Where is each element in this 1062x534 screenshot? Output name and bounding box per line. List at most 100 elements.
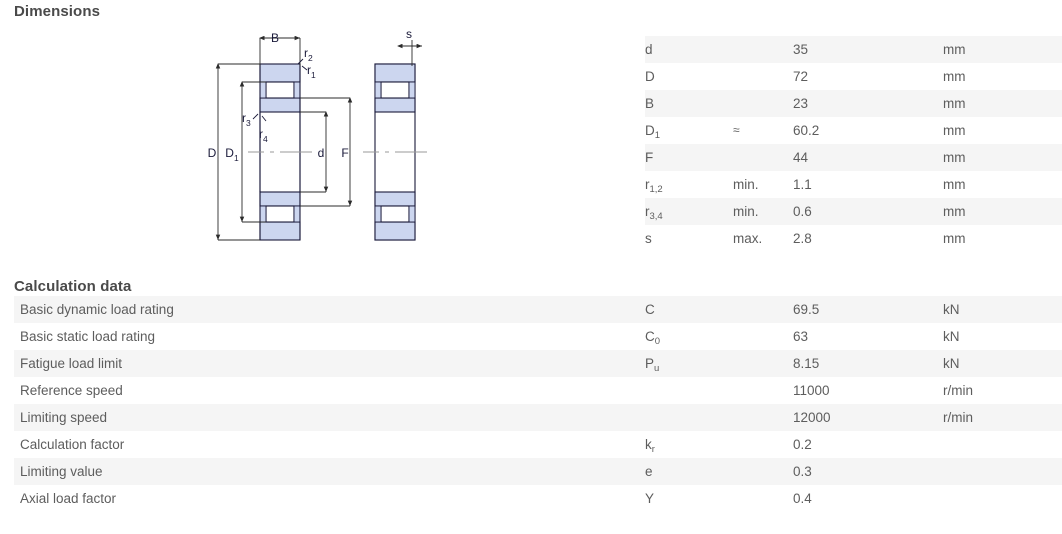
table-row: d 35 mm — [645, 36, 1062, 63]
row-label: Limiting speed — [20, 410, 108, 425]
row-qualifier: min. — [733, 204, 759, 219]
row-symbol: d — [645, 42, 653, 57]
figure-label-D: D — [208, 146, 217, 160]
row-unit — [943, 431, 1053, 458]
row-value: 8.15 — [793, 356, 820, 371]
row-value: 60.2 — [793, 123, 820, 138]
row-value: 1.1 — [793, 177, 812, 192]
row-value: 72 — [793, 69, 809, 84]
row-qualifier — [733, 63, 793, 90]
row-qualifier — [733, 323, 793, 350]
table-row: Calculation factor kr 0.2 — [14, 431, 1062, 458]
row-label: Basic dynamic load rating — [20, 302, 174, 317]
row-unit: mm — [943, 69, 966, 84]
table-row: Limiting speed 12000 r/min — [14, 404, 1062, 431]
row-value: 63 — [793, 329, 809, 344]
row-qualifier: ≈ — [733, 123, 740, 137]
row-unit: mm — [943, 231, 966, 246]
row-symbol — [645, 404, 725, 431]
row-symbol-subscript: 0 — [654, 336, 661, 347]
row-symbol-subscript: u — [654, 363, 660, 374]
row-qualifier — [733, 296, 793, 323]
row-qualifier: min. — [733, 177, 759, 192]
row-symbol: kr — [645, 437, 655, 455]
row-symbol: r1,2 — [645, 177, 663, 195]
row-label: Reference speed — [20, 383, 123, 398]
product-data-sheet: Dimensions B s D D1 d F r2 r1 r3 r4 d 35… — [0, 0, 1062, 534]
row-value: 69.5 — [793, 302, 820, 317]
table-row: Axial load factor Y 0.4 — [14, 485, 1062, 512]
row-value: 2.8 — [793, 231, 812, 246]
figure-label-r1: r1 — [307, 63, 316, 80]
row-qualifier — [733, 90, 793, 117]
figure-label-D1: D1 — [225, 146, 239, 163]
row-symbol: C0 — [645, 329, 661, 347]
row-unit: kN — [943, 302, 960, 317]
row-symbol: Pu — [645, 356, 660, 374]
row-unit: mm — [943, 177, 966, 192]
row-symbol: D1 — [645, 123, 661, 141]
row-unit: r/min — [943, 383, 973, 398]
row-unit: kN — [943, 356, 960, 371]
row-unit: mm — [943, 96, 966, 111]
row-symbol: D — [645, 69, 655, 84]
row-symbol: r3,4 — [645, 204, 663, 222]
row-symbol: Y — [645, 491, 655, 506]
row-qualifier — [733, 350, 793, 377]
table-row: r3,4 min. 0.6 mm — [645, 198, 1062, 225]
row-symbol: e — [645, 464, 653, 479]
row-qualifier: max. — [733, 231, 763, 246]
figure-label-s: s — [406, 27, 412, 41]
table-row: Reference speed 11000 r/min — [14, 377, 1062, 404]
row-unit: kN — [943, 329, 960, 344]
table-row: r1,2 min. 1.1 mm — [645, 171, 1062, 198]
figure-label-d: d — [318, 146, 325, 160]
row-label: Calculation factor — [20, 437, 125, 452]
row-unit — [943, 458, 1053, 485]
row-qualifier — [733, 377, 793, 404]
dimensions-section-heading: Dimensions — [14, 3, 101, 20]
row-label: Axial load factor — [20, 491, 117, 506]
figure-label-r3: r3 — [242, 111, 251, 128]
left-bearing-cross-section — [248, 63, 312, 241]
row-symbol: s — [645, 231, 652, 246]
table-row: D1 ≈60.2 mm — [645, 117, 1062, 144]
row-unit: mm — [943, 150, 966, 165]
row-qualifier — [733, 36, 793, 63]
row-symbol: C — [645, 302, 655, 317]
row-qualifier — [733, 404, 793, 431]
row-unit: mm — [943, 204, 966, 219]
table-row: B 23 mm — [645, 90, 1062, 117]
figure-label-r2: r2 — [304, 46, 313, 63]
row-unit: mm — [943, 42, 966, 57]
row-symbol: F — [645, 150, 654, 165]
row-value: 12000 — [793, 410, 831, 425]
row-value: 0.4 — [793, 491, 812, 506]
row-label: Basic static load rating — [20, 329, 156, 344]
row-value: 0.2 — [793, 437, 812, 452]
table-row: F 44 mm — [645, 144, 1062, 171]
bearing-dimension-drawing: B s D D1 d F r2 r1 r3 r4 — [190, 26, 480, 266]
row-label: Fatigue load limit — [20, 356, 123, 371]
figure-label-B: B — [271, 31, 279, 45]
row-symbol: B — [645, 96, 655, 111]
table-row: s max. 2.8 mm — [645, 225, 1062, 252]
row-qualifier — [733, 144, 793, 171]
figure-label-F: F — [341, 146, 348, 160]
row-qualifier — [733, 458, 793, 485]
row-value: 0.6 — [793, 204, 812, 219]
row-symbol-subscript: 1,2 — [649, 184, 663, 195]
table-row: Basic static load rating C0 63 kN — [14, 323, 1062, 350]
table-row: Fatigue load limit Pu 8.15 kN — [14, 350, 1062, 377]
row-label: Limiting value — [20, 464, 103, 479]
row-symbol-subscript: r — [651, 444, 655, 455]
row-symbol — [645, 377, 725, 404]
row-unit: r/min — [943, 410, 973, 425]
row-symbol-subscript: 1 — [654, 130, 661, 141]
row-value: 11000 — [793, 383, 830, 398]
row-value: 35 — [793, 42, 809, 57]
row-unit: mm — [943, 123, 966, 138]
table-row: D 72 mm — [645, 63, 1062, 90]
row-qualifier — [733, 431, 793, 458]
row-unit — [943, 485, 1053, 512]
